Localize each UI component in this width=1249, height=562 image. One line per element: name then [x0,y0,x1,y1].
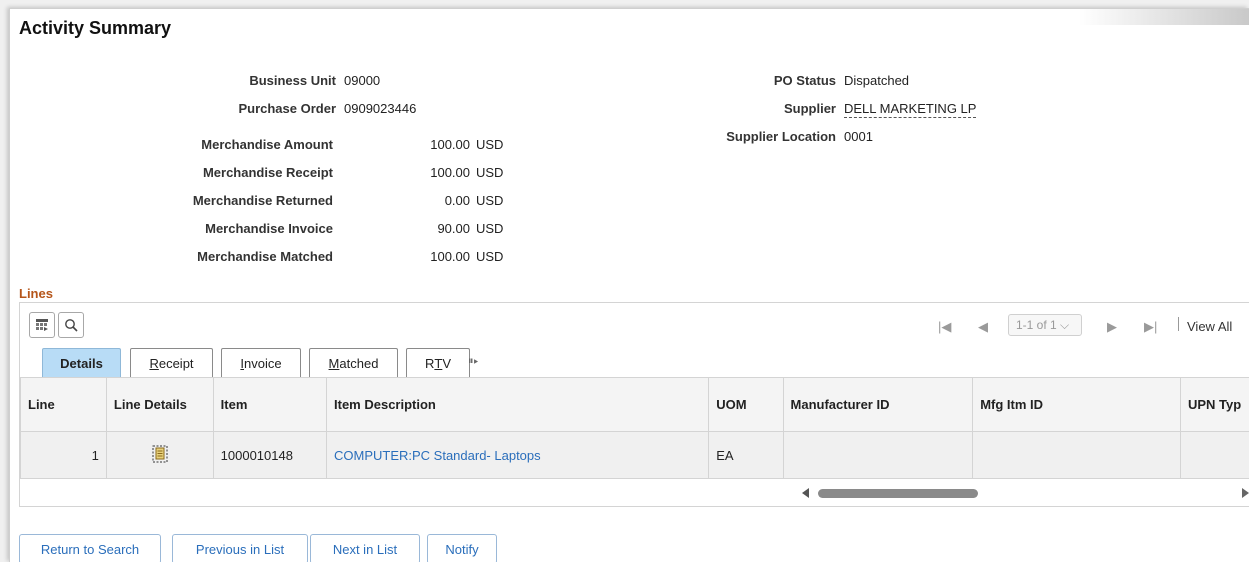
next-in-list-button[interactable]: Next in List [310,534,420,562]
tab-invoice-label: nvoice [244,355,282,371]
scrollbar-thumb[interactable] [818,489,978,498]
tab-receipt-accesskey: R [149,355,159,371]
supplier-label: Supplier [783,101,836,116]
tab-receipt[interactable]: Receipt [130,348,213,377]
notify-button[interactable]: Notify [427,534,497,562]
return-to-search-button[interactable]: Return to Search [19,534,161,562]
view-all-link[interactable]: View All [1187,319,1232,334]
business-unit-value: 09000 [344,73,381,88]
col-line: Line [20,377,107,432]
previous-in-list-button[interactable]: Previous in List [172,534,308,562]
merchandise-matched-label: Merchandise Matched [197,249,333,264]
tab-rtv-accesskey: T [434,355,443,371]
col-line-details: Line Details [105,377,214,432]
tab-rtv-label: V [442,355,451,371]
tab-rtv-prefix: R [424,355,435,371]
col-upn-type: UPN Typ [1179,377,1249,432]
col-manufacturer-id: Manufacturer ID [782,377,974,432]
col-uom: UOM [708,377,784,432]
table-row: 1 1000010148 COMPUTER:PC Standard- Lapto… [20,431,1249,479]
document-details-icon[interactable] [152,445,168,463]
scroll-right-arrow-icon[interactable] [1242,488,1249,498]
tab-details[interactable]: Details [42,348,121,377]
personalize-grid-button[interactable] [29,312,55,338]
po-status-label: PO Status [773,73,836,88]
merchandise-matched-value: 100.00 [430,249,470,264]
po-status-value: Dispatched [844,73,910,88]
merchandise-amount-label: Merchandise Amount [201,137,333,152]
cell-manufacturer-id [782,431,974,479]
merchandise-receipt-value: 100.00 [430,165,470,180]
activity-summary-page: Activity Summary Business Unit 09000 Pur… [9,8,1249,562]
cell-item-description-link[interactable]: COMPUTER:PC Standard- Laptops [325,431,710,479]
next-page-icon[interactable]: ▶ [1107,319,1117,335]
window-corner-shade [1079,9,1249,25]
merchandise-invoice-currency: USD [476,221,504,236]
tab-receipt-label: eceipt [158,355,194,371]
cell-upn-type [1179,431,1249,479]
grid-settings-icon [36,319,48,331]
table-header-row: Line Line Details Item Item Description … [20,377,1249,432]
lines-table: Line Line Details Item Item Description … [20,377,1249,479]
tab-matched-label: atched [339,355,379,371]
search-icon [65,319,78,332]
merchandise-returned-label: Merchandise Returned [192,193,333,208]
supplier-value-link[interactable]: DELL MARKETING LP [844,101,977,118]
merchandise-returned-currency: USD [476,193,504,208]
first-page-icon[interactable]: |◀ [938,319,951,335]
chevron-down-icon: ⌵ [1060,318,1070,332]
pager-divider [1178,317,1179,331]
col-item: Item [212,377,328,432]
tab-matched-accesskey: M [328,355,340,371]
merchandise-amount-currency: USD [476,137,504,152]
tab-rtv[interactable]: RTV [406,348,470,377]
scroll-left-arrow-icon[interactable] [802,488,809,498]
merchandise-returned-value: 0.00 [444,193,470,208]
business-unit-label: Business Unit [249,73,336,88]
merchandise-receipt-label: Merchandise Receipt [202,165,333,180]
page-range-text: 1-1 of 1 [1016,318,1057,332]
merchandise-invoice-value: 90.00 [437,221,470,236]
purchase-order-label: Purchase Order [238,101,336,116]
horizontal-scrollbar[interactable] [792,486,1249,500]
merchandise-receipt-currency: USD [476,165,504,180]
col-mfg-itm-id: Mfg Itm ID [972,377,1181,432]
show-all-columns-icon[interactable]: ⏸▸ [468,355,478,368]
supplier-location-value: 0001 [844,129,873,144]
cell-uom: EA [708,431,784,479]
merchandise-matched-currency: USD [476,249,504,264]
previous-page-icon[interactable]: ◀ [978,319,988,335]
merchandise-invoice-label: Merchandise Invoice [205,221,333,236]
tab-details-label: Details [60,355,103,371]
merchandise-amount-value: 100.00 [430,137,470,152]
col-item-description: Item Description [325,377,710,432]
last-page-icon[interactable]: ▶| [1144,319,1157,335]
supplier-location-label: Supplier Location [726,129,836,144]
cell-mfg-itm-id [972,431,1181,479]
tab-matched[interactable]: Matched [309,348,398,377]
tab-invoice[interactable]: Invoice [221,348,301,377]
find-button[interactable] [58,312,84,338]
cell-line-details[interactable] [105,431,214,479]
lines-section-title: Lines [19,286,53,301]
cell-item: 1000010148 [212,431,328,479]
lines-grid: |◀ ◀ 1-1 of 1 ⌵ ▶ ▶| View All Details Re… [19,302,1249,507]
page-range-select[interactable]: 1-1 of 1 ⌵ [1008,314,1082,336]
cell-line: 1 [20,431,107,479]
purchase-order-value: 0909023446 [344,101,417,116]
page-title: Activity Summary [19,18,172,38]
